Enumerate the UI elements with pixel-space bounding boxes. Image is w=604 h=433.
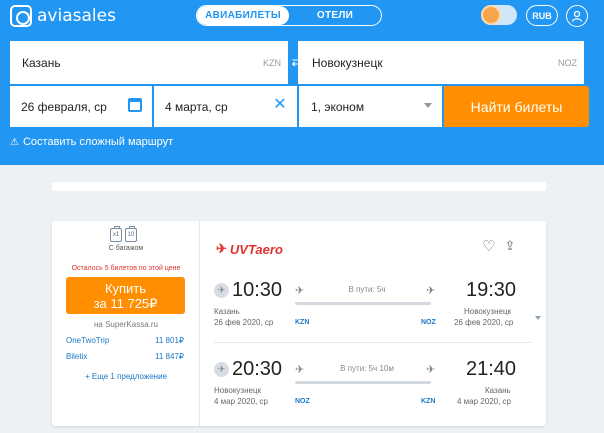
- hand-luggage-icon: x1: [110, 226, 122, 242]
- airline-icon: ✈: [216, 241, 227, 256]
- departure-date: 4 мар 2020, ср: [214, 397, 268, 406]
- arrival-time: 21:40: [466, 358, 517, 380]
- flight-duration: В пути: 5ч: [348, 285, 386, 294]
- chevron-down-icon[interactable]: [535, 316, 541, 320]
- depart-date-field[interactable]: 26 февраля, ср: [10, 86, 152, 127]
- buy-button[interactable]: Купить за 11 725₽: [66, 277, 185, 314]
- search-button[interactable]: Найти билеты: [444, 86, 589, 127]
- baggage-label: С багажом: [108, 245, 144, 252]
- departure-airport: KZN: [295, 319, 310, 326]
- arrival-time: 19:30: [466, 279, 517, 301]
- tab-hotels[interactable]: ОТЕЛИ: [289, 6, 381, 25]
- arrival-date: 26 фев 2020, ср: [454, 318, 514, 327]
- user-account-button[interactable]: [566, 5, 588, 27]
- night-mode-toggle[interactable]: [481, 5, 517, 25]
- segment-divider: [214, 342, 532, 343]
- complex-route-label: Составить сложный маршрут: [22, 136, 174, 148]
- offer-row[interactable]: OneTwoTrip 11 801₽: [66, 336, 184, 345]
- baggage-icon: 10: [125, 226, 137, 242]
- arrival-airport: KZN: [421, 398, 436, 405]
- offer-row[interactable]: Biletix 11 847₽: [66, 352, 184, 361]
- complex-route-link[interactable]: ⚠ Составить сложный маршрут: [10, 136, 173, 148]
- flight-duration: В пути: 5ч 10м: [340, 364, 394, 373]
- departure-city: Казань: [214, 307, 240, 316]
- results-toolbar: [52, 182, 546, 191]
- passengers-value: 1, эконом: [311, 99, 365, 114]
- arrival-date: 4 мар 2020, ср: [457, 397, 511, 406]
- heart-icon[interactable]: ♡: [481, 239, 497, 255]
- tab-flights[interactable]: АВИАБИЛЕТЫ: [197, 6, 289, 25]
- offer-price: 11 801₽: [155, 336, 184, 345]
- logo[interactable]: aviasales: [10, 5, 116, 27]
- depart-date: 26 февраля, ср: [21, 99, 107, 114]
- offer-agency: Biletix: [66, 352, 88, 361]
- top-header: aviasales АВИАБИЛЕТЫ ОТЕЛИ RUB Казань KZ…: [0, 0, 604, 165]
- share-icon[interactable]: ⇪: [502, 238, 518, 254]
- ticket-buy-column: x1 10 С багажом Осталось 5 билетов по эт…: [52, 221, 200, 426]
- offer-price: 11 847₽: [155, 352, 184, 361]
- baggage-icons: x1 10: [110, 226, 137, 242]
- sun-icon: [483, 7, 499, 23]
- return-date: 4 марта, ср: [165, 99, 228, 114]
- departure-time: 20:30: [232, 358, 283, 380]
- chevron-down-icon: [424, 103, 432, 108]
- return-date-field[interactable]: 4 марта, ср ✕: [154, 86, 297, 127]
- plane-icon: ✈: [214, 362, 229, 377]
- departure-city: Новокузнецк: [214, 386, 262, 395]
- ticket-card[interactable]: x1 10 С багажом Осталось 5 билетов по эт…: [52, 221, 546, 426]
- seller-label: на SuperKassa.ru: [93, 320, 158, 329]
- buy-price: за 11 725₽: [93, 296, 158, 311]
- route-icon: ⚠: [10, 136, 19, 148]
- tickets-left-warning: Осталось 5 билетов по этой цене: [71, 265, 181, 272]
- calendar-icon[interactable]: [128, 98, 142, 112]
- landing-icon: ✈: [426, 364, 436, 376]
- clear-icon[interactable]: ✕: [271, 96, 289, 114]
- buy-label: Купить: [104, 281, 147, 296]
- currency-button[interactable]: RUB: [526, 5, 558, 26]
- destination-code: NOZ: [558, 57, 577, 68]
- airline-name: UVTaero: [229, 241, 283, 257]
- arrival-city: Казань: [485, 386, 511, 395]
- user-icon: [571, 10, 583, 22]
- departure-time: 10:30: [232, 279, 283, 301]
- logo-text: aviasales: [37, 6, 116, 26]
- departure-date: 26 фев 2020, ср: [214, 318, 274, 327]
- route-line: [295, 302, 431, 305]
- logo-icon: [10, 5, 32, 27]
- more-offers-link[interactable]: + Еще 1 предложение: [52, 372, 200, 381]
- airline-logo: ✈ UVTaero: [216, 241, 283, 257]
- origin-field[interactable]: Казань KZN: [10, 41, 288, 84]
- departure-airport: NOZ: [295, 398, 310, 405]
- destination-city: Новокузнецк: [312, 55, 383, 70]
- route-line: [295, 381, 431, 384]
- plane-icon: ✈: [214, 283, 229, 298]
- offer-agency: OneTwoTrip: [66, 336, 110, 345]
- arrival-city: Новокузнецк: [464, 307, 512, 316]
- passengers-select[interactable]: 1, эконом: [299, 86, 442, 127]
- origin-code: KZN: [263, 57, 281, 68]
- destination-field[interactable]: Новокузнецк NOZ: [298, 41, 584, 84]
- landing-icon: ✈: [426, 285, 436, 297]
- origin-city: Казань: [22, 55, 61, 70]
- product-switcher: АВИАБИЛЕТЫ ОТЕЛИ: [196, 5, 382, 26]
- arrival-airport: NOZ: [421, 319, 436, 326]
